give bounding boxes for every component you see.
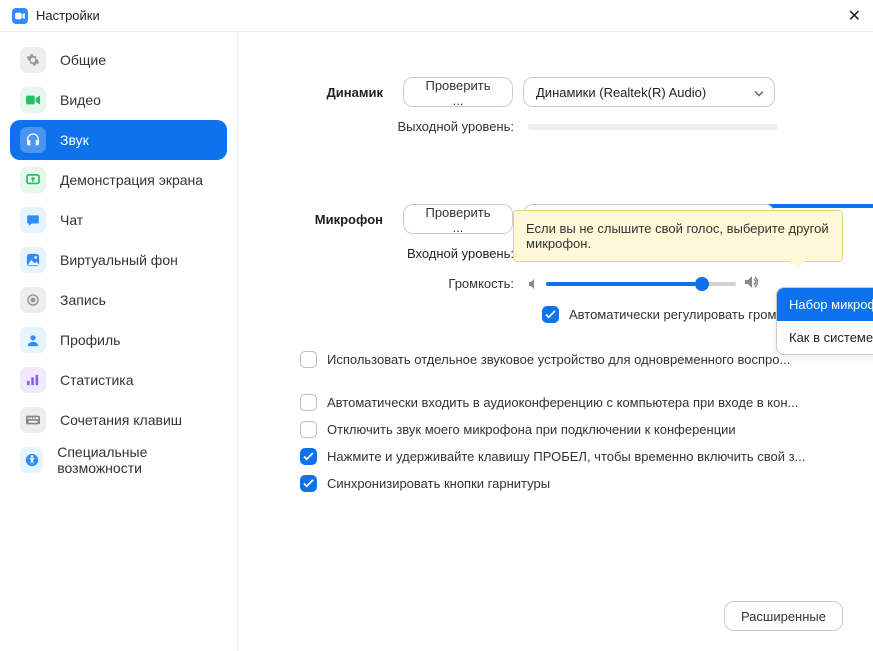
sidebar-item-video[interactable]: Видео	[10, 80, 227, 120]
test-speaker-button[interactable]: Проверить ...	[403, 77, 513, 107]
speaker-label: Динамик	[268, 85, 403, 100]
sidebar-item-label: Статистика	[60, 372, 134, 388]
stats-icon	[20, 367, 46, 393]
close-icon[interactable]: ✕	[848, 6, 861, 26]
spacebar-unmute-checkbox[interactable]	[300, 448, 317, 465]
mic-volume-slider[interactable]	[546, 282, 736, 286]
sidebar-item-label: Профиль	[60, 332, 120, 348]
record-icon	[20, 287, 46, 313]
accessibility-icon	[20, 447, 43, 473]
sidebar-item-label: Сочетания клавиш	[60, 412, 182, 428]
background-icon	[20, 247, 46, 273]
separate-device-checkbox[interactable]	[300, 351, 317, 368]
speaker-low-icon	[528, 278, 540, 290]
advanced-button[interactable]: Расширенные	[724, 601, 843, 631]
auto-adjust-checkbox[interactable]	[542, 306, 559, 323]
microphone-device-dropdown[interactable]: Набор микрофонов (Realtek(R) Audio) Как …	[776, 287, 873, 355]
chat-icon	[20, 207, 46, 233]
sidebar-item-stats[interactable]: Статистика	[10, 360, 227, 400]
sidebar-item-general[interactable]: Общие	[10, 40, 227, 80]
video-icon	[20, 87, 46, 113]
auto-join-audio-checkbox[interactable]	[300, 394, 317, 411]
sidebar-item-label: Чат	[60, 212, 83, 228]
sidebar-item-accessibility[interactable]: Специальные возможности	[10, 440, 227, 480]
speaker-high-icon	[744, 275, 760, 292]
sidebar-item-label: Специальные возможности	[57, 444, 217, 476]
option-label: Нажмите и удерживайте клавишу ПРОБЕЛ, чт…	[327, 449, 805, 464]
dropdown-option[interactable]: Как в системе	[777, 321, 873, 354]
sidebar-item-label: Звук	[60, 132, 89, 148]
sidebar-item-background[interactable]: Виртуальный фон	[10, 240, 227, 280]
mic-volume-label: Громкость:	[268, 276, 528, 291]
option-label: Отключить звук моего микрофона при подкл…	[327, 422, 736, 437]
dropdown-option[interactable]: Набор микрофонов (Realtek(R) Audio)	[777, 288, 873, 321]
test-microphone-button[interactable]: Проверить ...	[403, 204, 513, 234]
option-label: Автоматически входить в аудиоконференцию…	[327, 395, 798, 410]
input-level-label: Входной уровень:	[268, 246, 528, 261]
sidebar-item-chat[interactable]: Чат	[10, 200, 227, 240]
option-label: Использовать отдельное звуковое устройст…	[327, 352, 790, 367]
sidebar: Общие Видео Звук Демонстрация экрана Чат…	[0, 32, 238, 651]
sidebar-item-label: Запись	[60, 292, 106, 308]
option-label: Синхронизировать кнопки гарнитуры	[327, 476, 550, 491]
app-icon	[12, 8, 28, 24]
sidebar-item-recording[interactable]: Запись	[10, 280, 227, 320]
sidebar-item-label: Демонстрация экрана	[60, 172, 203, 188]
mute-on-join-checkbox[interactable]	[300, 421, 317, 438]
sidebar-item-shortcuts[interactable]: Сочетания клавиш	[10, 400, 227, 440]
output-level-label: Выходной уровень:	[268, 119, 528, 134]
sidebar-item-label: Видео	[60, 92, 101, 108]
window-title: Настройки	[36, 8, 100, 23]
sync-headset-checkbox[interactable]	[300, 475, 317, 492]
sidebar-item-profile[interactable]: Профиль	[10, 320, 227, 360]
speaker-device-value: Динамики (Realtek(R) Audio)	[536, 85, 706, 100]
auto-adjust-label: Автоматически регулировать гром...	[569, 307, 787, 322]
tooltip-text: Если вы не слышите свой голос, выберите …	[526, 221, 829, 251]
output-level-bar	[528, 124, 778, 130]
content-pane: Динамик Проверить ... Динамики (Realtek(…	[238, 32, 873, 651]
titlebar: Настройки ✕	[0, 0, 873, 32]
sidebar-item-label: Виртуальный фон	[60, 252, 178, 268]
chevron-down-icon	[754, 85, 764, 100]
microphone-label: Микрофон	[268, 212, 403, 227]
screenshare-icon	[20, 167, 46, 193]
sidebar-item-audio[interactable]: Звук	[10, 120, 227, 160]
profile-icon	[20, 327, 46, 353]
tooltip: Если вы не слышите свой голос, выберите …	[513, 210, 843, 262]
speaker-device-select[interactable]: Динамики (Realtek(R) Audio)	[523, 77, 775, 107]
speaker-volume-slider[interactable]	[768, 204, 873, 208]
sidebar-item-screenshare[interactable]: Демонстрация экрана	[10, 160, 227, 200]
gear-icon	[20, 47, 46, 73]
sidebar-item-label: Общие	[60, 52, 106, 68]
headphones-icon	[20, 127, 46, 153]
keyboard-icon	[20, 407, 46, 433]
